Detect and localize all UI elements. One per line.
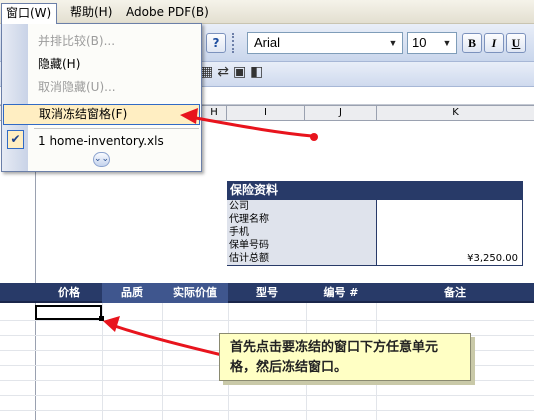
header-notes[interactable]: 备注 xyxy=(376,283,534,303)
italic-button[interactable]: I xyxy=(484,33,504,53)
drawing-tool-icons[interactable]: ▦⇄▣◧ xyxy=(200,64,267,84)
menu-adobe-pdf[interactable]: Adobe PDF(B) xyxy=(122,3,213,21)
insurance-label[interactable]: 估计总额 xyxy=(227,252,376,265)
menu-item-unhide[interactable]: 取消隐藏(U)... xyxy=(2,76,201,98)
dropdown-arrow-icon[interactable]: ▼ xyxy=(440,36,454,50)
menu-separator xyxy=(34,128,199,129)
menu-item-home-inventory[interactable]: 1 home-inventory.xls xyxy=(2,130,201,152)
font-name-value: Arial xyxy=(254,35,281,50)
font-name-select[interactable]: Arial ▼ xyxy=(247,32,403,54)
grid-line xyxy=(0,320,534,321)
insurance-row: 手机 xyxy=(227,226,523,239)
insurance-label[interactable]: 保单号码 xyxy=(227,239,376,252)
menu-item-unfreeze-panes[interactable]: 取消冻结窗格(F) xyxy=(3,104,200,125)
insurance-title: 保险资料 xyxy=(227,181,523,200)
selected-cell[interactable] xyxy=(35,305,102,320)
menu-bar: 窗口(W) 帮助(H) Adobe PDF(B) xyxy=(0,0,534,24)
grid-line xyxy=(162,303,163,420)
column-header-j[interactable]: J xyxy=(304,106,376,120)
fill-handle[interactable] xyxy=(99,316,104,321)
insurance-row: 公司 xyxy=(227,200,523,213)
insurance-table: 保险资料 公司 代理名称 手机 保单号码 估计总额 ¥3,250.00 xyxy=(227,181,523,266)
insurance-label[interactable]: 手机 xyxy=(227,226,376,239)
dropdown-arrow-icon[interactable]: ▼ xyxy=(386,36,400,50)
font-size-select[interactable]: 10 ▼ xyxy=(407,32,457,54)
header-serial-number[interactable]: 编号 # xyxy=(306,283,376,303)
insurance-value[interactable] xyxy=(376,239,523,252)
chevron-double-down-icon[interactable]: ⌄⌄ xyxy=(93,152,110,167)
header-model[interactable]: 型号 xyxy=(228,283,306,303)
insurance-value[interactable] xyxy=(376,213,523,226)
header-quality[interactable]: 品质 xyxy=(102,283,162,303)
column-header-h[interactable]: H xyxy=(201,106,226,120)
column-header-k[interactable]: K xyxy=(376,106,534,120)
inventory-header-row: 价格 品质 实际价值 型号 编号 # 备注 xyxy=(0,283,534,303)
instruction-callout: 首先点击要冻结的窗口下方任意单元格，然后冻结窗口。 xyxy=(219,333,471,381)
help-icon[interactable]: ? xyxy=(206,33,226,53)
insurance-label[interactable]: 公司 xyxy=(227,200,376,213)
insurance-row: 保单号码 xyxy=(227,239,523,252)
header-actual-value[interactable]: 实际价值 xyxy=(162,283,228,303)
grid-line xyxy=(0,410,534,411)
toolbar-grip[interactable] xyxy=(232,33,238,53)
bold-button[interactable]: B xyxy=(462,33,482,53)
font-size-value: 10 xyxy=(412,35,427,50)
column-header-i[interactable]: I xyxy=(226,106,304,120)
insurance-row: 代理名称 xyxy=(227,213,523,226)
insurance-label[interactable]: 代理名称 xyxy=(227,213,376,226)
insurance-row: 估计总额 ¥3,250.00 xyxy=(227,252,523,265)
grid-line xyxy=(0,395,534,396)
insurance-value[interactable] xyxy=(376,226,523,239)
insurance-value[interactable]: ¥3,250.00 xyxy=(376,252,523,265)
insurance-value[interactable] xyxy=(376,200,523,213)
menu-help[interactable]: 帮助(H) xyxy=(66,3,116,21)
header-price[interactable]: 价格 xyxy=(36,283,102,303)
menu-item-hide[interactable]: 隐藏(H) xyxy=(2,53,201,75)
menu-window[interactable]: 窗口(W) xyxy=(1,3,57,24)
menu-item-compare-side-by-side[interactable]: 并排比较(B)... xyxy=(2,30,201,52)
window-dropdown-menu: 并排比较(B)... 隐藏(H) 取消隐藏(U)... 取消冻结窗格(F) ✔ … xyxy=(1,23,202,172)
insurance-table-border xyxy=(227,265,523,266)
underline-button[interactable]: U xyxy=(506,33,526,53)
